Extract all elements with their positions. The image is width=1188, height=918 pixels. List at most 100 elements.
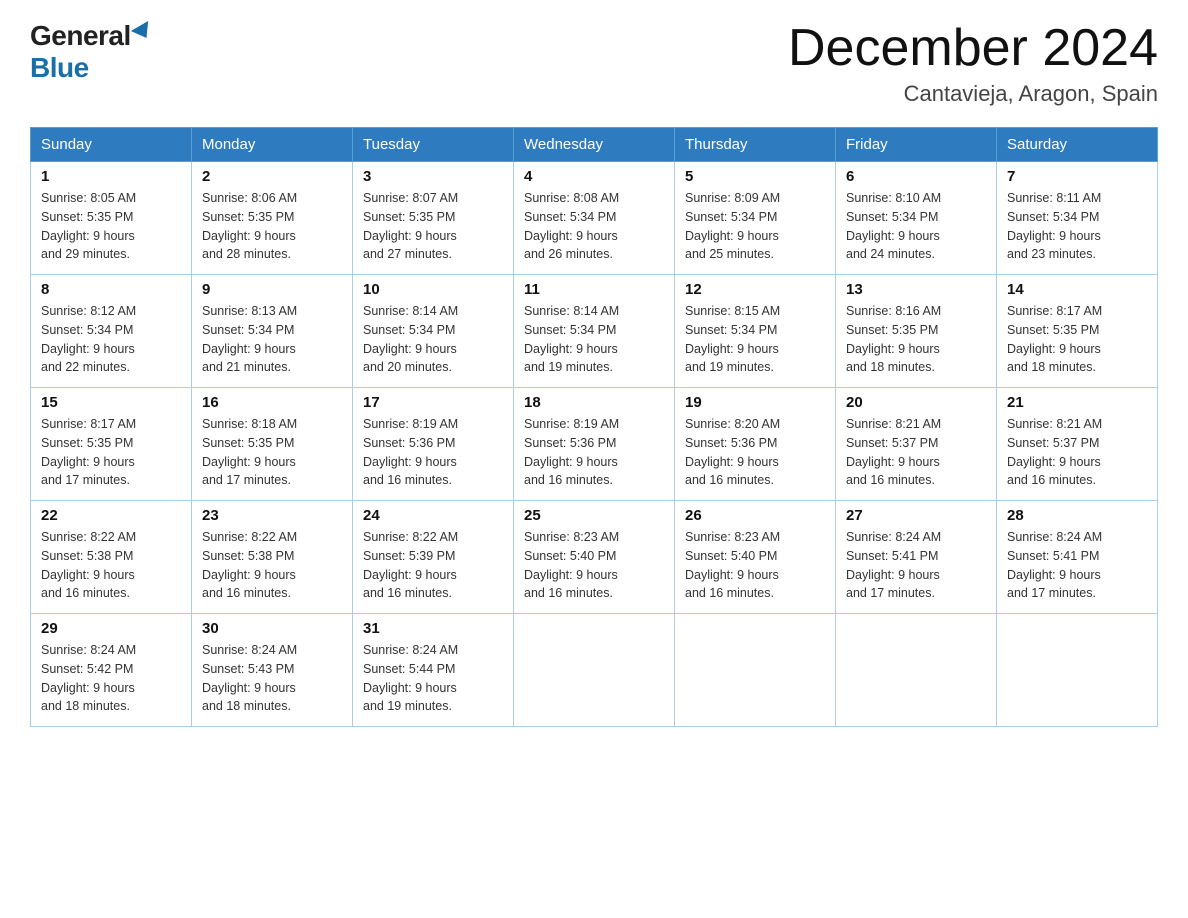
title-block: December 2024 Cantavieja, Aragon, Spain [788,20,1158,107]
day-number: 21 [1007,394,1147,411]
calendar-cell: 24 Sunrise: 8:22 AMSunset: 5:39 PMDayligh… [353,501,514,614]
calendar-week-row: 29 Sunrise: 8:24 AMSunset: 5:42 PMDayligh… [31,614,1158,727]
day-info: Sunrise: 8:22 AMSunset: 5:38 PMDaylight:… [41,528,181,603]
day-info: Sunrise: 8:08 AMSunset: 5:34 PMDaylight:… [524,189,664,264]
day-number: 12 [685,281,825,298]
weekday-header-tuesday: Tuesday [353,128,514,162]
day-info: Sunrise: 8:17 AMSunset: 5:35 PMDaylight:… [41,415,181,490]
weekday-header-sunday: Sunday [31,128,192,162]
day-info: Sunrise: 8:22 AMSunset: 5:39 PMDaylight:… [363,528,503,603]
calendar-cell: 4 Sunrise: 8:08 AMSunset: 5:34 PMDaylight… [514,162,675,275]
calendar-cell: 21 Sunrise: 8:21 AMSunset: 5:37 PMDayligh… [997,388,1158,501]
calendar-location: Cantavieja, Aragon, Spain [788,81,1158,107]
calendar-cell: 14Sunrise: 8:17 AMSunset: 5:35 PMDayligh… [997,275,1158,388]
calendar-week-row: 22 Sunrise: 8:22 AMSunset: 5:38 PMDayligh… [31,501,1158,614]
calendar-cell: 12 Sunrise: 8:15 AMSunset: 5:34 PMDayligh… [675,275,836,388]
day-number: 20 [846,394,986,411]
day-number: 16 [202,394,342,411]
calendar-cell: 30Sunrise: 8:24 AMSunset: 5:43 PMDayligh… [192,614,353,727]
day-number: 17 [363,394,503,411]
calendar-cell: 29 Sunrise: 8:24 AMSunset: 5:42 PMDayligh… [31,614,192,727]
logo-general-text: General [30,20,131,52]
logo-blue-text: Blue [30,52,89,84]
day-info: Sunrise: 8:05 AMSunset: 5:35 PMDaylight:… [41,189,181,264]
logo-triangle-icon [131,21,155,43]
calendar-cell: 7Sunrise: 8:11 AMSunset: 5:34 PMDaylight… [997,162,1158,275]
calendar-cell: 3 Sunrise: 8:07 AMSunset: 5:35 PMDaylight… [353,162,514,275]
day-number: 23 [202,507,342,524]
day-number: 6 [846,168,986,185]
calendar-week-row: 8 Sunrise: 8:12 AMSunset: 5:34 PMDaylight… [31,275,1158,388]
calendar-cell: 10 Sunrise: 8:14 AMSunset: 5:34 PMDayligh… [353,275,514,388]
day-number: 22 [41,507,181,524]
weekday-header-row: SundayMondayTuesdayWednesdayThursdayFrid… [31,128,1158,162]
calendar-cell: 16 Sunrise: 8:18 AMSunset: 5:35 PMDayligh… [192,388,353,501]
calendar-cell: 23Sunrise: 8:22 AMSunset: 5:38 PMDayligh… [192,501,353,614]
day-number: 15 [41,394,181,411]
weekday-header-thursday: Thursday [675,128,836,162]
day-number: 10 [363,281,503,298]
day-info: Sunrise: 8:14 AMSunset: 5:34 PMDaylight:… [524,302,664,377]
calendar-cell [836,614,997,727]
calendar-title: December 2024 [788,20,1158,77]
calendar-cell: 11 Sunrise: 8:14 AMSunset: 5:34 PMDayligh… [514,275,675,388]
day-info: Sunrise: 8:21 AMSunset: 5:37 PMDaylight:… [1007,415,1147,490]
day-number: 29 [41,620,181,637]
calendar-cell: 26 Sunrise: 8:23 AMSunset: 5:40 PMDayligh… [675,501,836,614]
calendar-cell: 2 Sunrise: 8:06 AMSunset: 5:35 PMDaylight… [192,162,353,275]
calendar-cell: 15 Sunrise: 8:17 AMSunset: 5:35 PMDayligh… [31,388,192,501]
day-number: 24 [363,507,503,524]
calendar-cell: 13 Sunrise: 8:16 AMSunset: 5:35 PMDayligh… [836,275,997,388]
day-info: Sunrise: 8:09 AMSunset: 5:34 PMDaylight:… [685,189,825,264]
day-info: Sunrise: 8:21 AMSunset: 5:37 PMDaylight:… [846,415,986,490]
calendar-table: SundayMondayTuesdayWednesdayThursdayFrid… [30,127,1158,727]
day-info: Sunrise: 8:23 AMSunset: 5:40 PMDaylight:… [524,528,664,603]
calendar-cell [514,614,675,727]
calendar-cell: 22 Sunrise: 8:22 AMSunset: 5:38 PMDayligh… [31,501,192,614]
day-info: Sunrise: 8:12 AMSunset: 5:34 PMDaylight:… [41,302,181,377]
day-info: Sunrise: 8:24 AMSunset: 5:42 PMDaylight:… [41,641,181,716]
day-info: Sunrise: 8:24 AMSunset: 5:44 PMDaylight:… [363,641,503,716]
day-info: Sunrise: 8:14 AMSunset: 5:34 PMDaylight:… [363,302,503,377]
logo: General Blue [30,20,153,84]
day-number: 4 [524,168,664,185]
calendar-week-row: 1Sunrise: 8:05 AMSunset: 5:35 PMDaylight… [31,162,1158,275]
day-number: 25 [524,507,664,524]
calendar-cell: 20 Sunrise: 8:21 AMSunset: 5:37 PMDayligh… [836,388,997,501]
day-number: 3 [363,168,503,185]
day-info: Sunrise: 8:24 AMSunset: 5:41 PMDaylight:… [846,528,986,603]
day-info: Sunrise: 8:19 AMSunset: 5:36 PMDaylight:… [524,415,664,490]
day-info: Sunrise: 8:23 AMSunset: 5:40 PMDaylight:… [685,528,825,603]
weekday-header-wednesday: Wednesday [514,128,675,162]
day-info: Sunrise: 8:24 AMSunset: 5:43 PMDaylight:… [202,641,342,716]
day-info: Sunrise: 8:13 AMSunset: 5:34 PMDaylight:… [202,302,342,377]
day-number: 8 [41,281,181,298]
calendar-cell: 9 Sunrise: 8:13 AMSunset: 5:34 PMDaylight… [192,275,353,388]
day-info: Sunrise: 8:24 AMSunset: 5:41 PMDaylight:… [1007,528,1147,603]
day-number: 13 [846,281,986,298]
day-info: Sunrise: 8:18 AMSunset: 5:35 PMDaylight:… [202,415,342,490]
calendar-cell: 8 Sunrise: 8:12 AMSunset: 5:34 PMDaylight… [31,275,192,388]
calendar-body: 1Sunrise: 8:05 AMSunset: 5:35 PMDaylight… [31,162,1158,727]
day-number: 11 [524,281,664,298]
day-info: Sunrise: 8:11 AMSunset: 5:34 PMDaylight:… [1007,189,1147,264]
day-number: 19 [685,394,825,411]
calendar-cell: 1Sunrise: 8:05 AMSunset: 5:35 PMDaylight… [31,162,192,275]
day-number: 2 [202,168,342,185]
day-info: Sunrise: 8:07 AMSunset: 5:35 PMDaylight:… [363,189,503,264]
day-number: 27 [846,507,986,524]
calendar-cell: 19Sunrise: 8:20 AMSunset: 5:36 PMDayligh… [675,388,836,501]
calendar-cell: 5Sunrise: 8:09 AMSunset: 5:34 PMDaylight… [675,162,836,275]
day-info: Sunrise: 8:17 AMSunset: 5:35 PMDaylight:… [1007,302,1147,377]
day-number: 31 [363,620,503,637]
day-number: 26 [685,507,825,524]
calendar-cell: 31 Sunrise: 8:24 AMSunset: 5:44 PMDayligh… [353,614,514,727]
calendar-week-row: 15 Sunrise: 8:17 AMSunset: 5:35 PMDayligh… [31,388,1158,501]
day-number: 9 [202,281,342,298]
day-info: Sunrise: 8:06 AMSunset: 5:35 PMDaylight:… [202,189,342,264]
day-info: Sunrise: 8:15 AMSunset: 5:34 PMDaylight:… [685,302,825,377]
calendar-cell: 6Sunrise: 8:10 AMSunset: 5:34 PMDaylight… [836,162,997,275]
weekday-header-monday: Monday [192,128,353,162]
day-number: 28 [1007,507,1147,524]
day-info: Sunrise: 8:16 AMSunset: 5:35 PMDaylight:… [846,302,986,377]
